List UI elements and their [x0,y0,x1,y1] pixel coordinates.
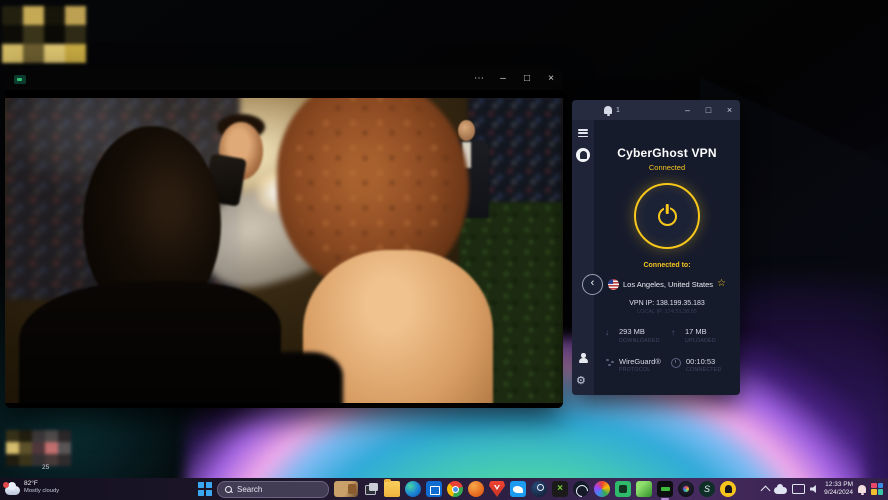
network-monitor-icon[interactable] [792,484,805,494]
connection-stats: ↓ 293 MB DOWNLOADED ↑ 17 MB UPLOADED Wir… [605,327,729,373]
brave-browser-icon[interactable] [489,481,505,497]
desktop-screen: 25 ⋯ – □ × [0,0,888,500]
download-arrow-icon: ↓ [605,328,614,337]
colorful-app-icon[interactable] [594,481,610,497]
player-app-icon [14,75,26,84]
notification-bell-icon[interactable] [604,106,612,114]
clock-time: 12:33 PM [824,481,853,489]
xbox-icon[interactable]: × [552,481,568,497]
start-button[interactable] [198,482,212,496]
letterbox-bottom [5,403,563,408]
settings-gear-icon[interactable]: ⚙ [576,376,586,387]
search-icon [225,486,232,493]
vpn-maximize-button[interactable]: □ [698,100,719,120]
vpn-sidebar: ⚙ [572,120,594,395]
clock-icon [671,358,681,368]
local-ip-text: LOCAL IP: 174.51.38.55 [594,309,740,315]
task-view-icon[interactable] [363,481,379,497]
steam-icon[interactable] [531,481,547,497]
weather-alert-badge [3,482,9,488]
menu-icon[interactable] [578,129,588,137]
weather-widget[interactable]: 82°F Mostly cloudy [5,480,59,496]
hulu-icon[interactable] [657,481,673,497]
weather-temperature: 82°F [24,480,59,488]
scene-suited-man-head [458,120,475,141]
uploaded-value: 17 MB [685,327,716,336]
protocol-stat: WireGuard® PROTOCOL [605,357,663,374]
downloaded-label: DOWNLOADED [619,338,660,344]
speedtest-icon[interactable] [573,481,589,497]
edge-browser-icon[interactable] [405,481,421,497]
file-explorer-icon[interactable] [384,481,400,497]
taskbar-apps: Search × S [198,478,736,500]
uploaded-stat: ↑ 17 MB UPLOADED [671,327,729,344]
scene-woman-hair-texture [291,90,451,270]
notifications-bell-icon[interactable] [858,485,866,493]
vpn-app-title: CyberGhost VPN [594,146,740,160]
green-cube-app-icon[interactable] [636,481,652,497]
server-name: Los Angeles, United States [623,280,713,289]
video-content[interactable] [5,90,563,408]
scene-man-tuxedo [19,282,281,408]
player-titlebar: ⋯ – □ × [5,68,563,90]
notification-count: 1 [616,107,620,114]
weather-condition: Mostly cloudy [24,488,59,496]
server-row: ‹ Los Angeles, United States ☆ [594,275,740,293]
vpn-status-text: Connected [594,163,740,172]
duration-label: CONNECTED [686,367,722,373]
vpn-titlebar: 1 – □ × [572,100,740,120]
previous-server-button[interactable]: ‹ [582,274,603,295]
downloaded-value: 293 MB [619,327,660,336]
onedrive-cloud-icon[interactable] [774,487,787,494]
twitter-icon[interactable] [510,481,526,497]
duration-stat: 00:10:53 CONNECTED [671,357,729,374]
vpn-main-panel: CyberGhost VPN Connected Connected to: ‹… [594,120,740,395]
desktop-icon-label: 25 [42,464,49,471]
vpn-minimize-button[interactable]: – [677,100,698,120]
vpn-close-button[interactable]: × [719,100,740,120]
power-icon [658,207,677,226]
connected-to-label: Connected to: [594,262,740,269]
protocol-nodes-icon [605,358,614,367]
favorite-star-icon[interactable]: ☆ [717,279,726,289]
search-box[interactable]: Search [217,481,329,498]
player-close-button[interactable]: × [539,68,563,90]
ghost-home-icon[interactable] [576,148,590,162]
us-flag-icon [608,279,619,290]
downloaded-stat: ↓ 293 MB DOWNLOADED [605,327,663,344]
weather-cloud-icon [5,486,20,495]
desktop-icons-blurred-bottom[interactable] [6,430,71,466]
clock-datetime[interactable]: 12:33 PM 9/24/2024 [824,481,853,498]
duration-value: 00:10:53 [686,357,722,366]
uploaded-label: UPLOADED [685,338,716,344]
player-minimize-button[interactable]: – [491,68,515,90]
search-label: Search [237,485,262,494]
player-more-button[interactable]: ⋯ [467,68,491,90]
microsoft-store-icon[interactable] [426,481,442,497]
desktop-icons-blurred-top[interactable] [2,6,86,63]
tray-overflow-chevron-icon[interactable] [761,486,771,496]
speaker-icon[interactable] [810,485,819,493]
chrome-icon[interactable] [447,481,463,497]
power-toggle-button[interactable] [634,183,700,249]
s-logo-app-icon[interactable]: S [699,481,715,497]
clock-date: 9/24/2024 [824,489,853,497]
widget-thumbnail-icon[interactable] [334,481,358,497]
protocol-label: PROTOCOL [619,367,661,373]
system-tray: 12:33 PM 9/24/2024 [762,478,884,500]
protocol-value: WireGuard® [619,357,661,366]
vpn-ip-text: VPN IP: 138.199.35.183 [594,300,740,307]
taskbar: 82°F Mostly cloudy Search × [0,478,888,500]
account-icon[interactable] [578,353,588,363]
cyberghost-vpn-window: 1 – □ × ⚙ CyberGhost VPN Connected Conne… [572,100,740,395]
widgets-icon[interactable] [871,483,884,496]
round-dark-app-icon[interactable] [678,481,694,497]
upload-arrow-icon: ↑ [671,328,680,337]
cyberghost-tray-icon[interactable] [720,481,736,497]
orange-browser-icon[interactable] [468,481,484,497]
green-camera-app-icon[interactable] [615,481,631,497]
player-maximize-button[interactable]: □ [515,68,539,90]
letterbox-top [5,90,563,98]
media-player-window: ⋯ – □ × [5,68,563,408]
